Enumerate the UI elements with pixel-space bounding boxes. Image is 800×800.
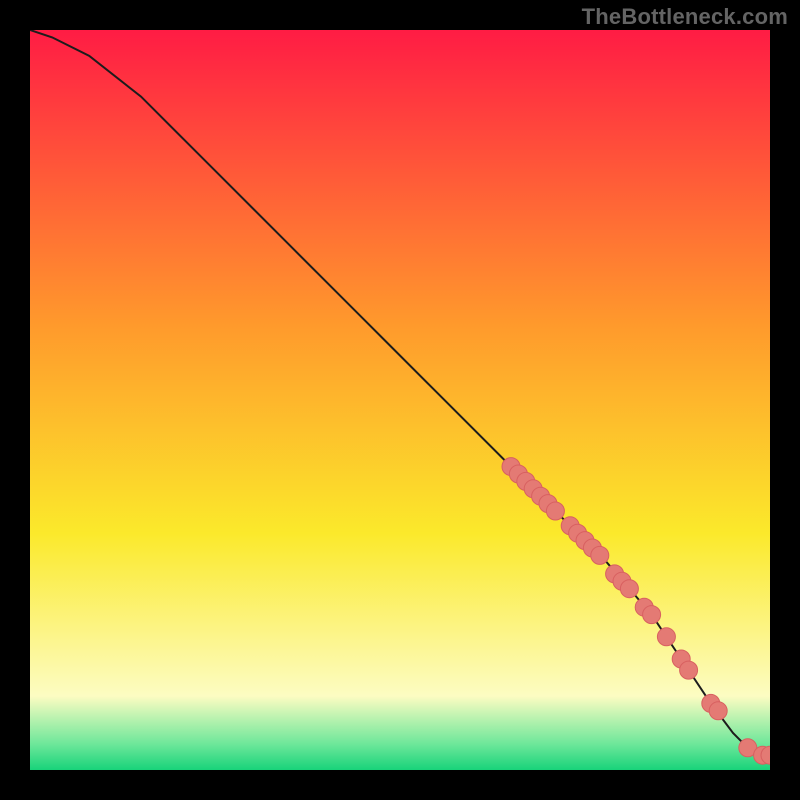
marker-point: [680, 661, 698, 679]
marker-point: [709, 702, 727, 720]
marker-group: [502, 458, 770, 765]
bottleneck-curve-path: [30, 30, 770, 755]
marker-point: [620, 580, 638, 598]
marker-point: [657, 628, 675, 646]
watermark-text: TheBottleneck.com: [582, 4, 788, 30]
chart-frame: TheBottleneck.com: [0, 0, 800, 800]
plot-area: [30, 30, 770, 770]
marker-point: [643, 606, 661, 624]
marker-point: [546, 502, 564, 520]
curve-layer: [30, 30, 770, 770]
marker-point: [591, 546, 609, 564]
